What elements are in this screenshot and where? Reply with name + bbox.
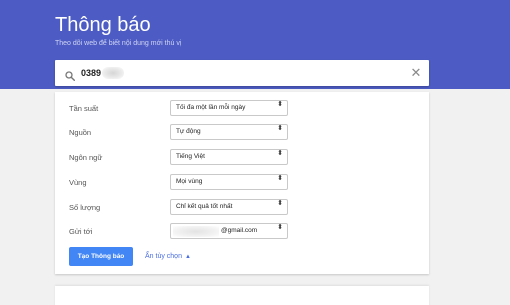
option-row-region: Vùng Mọi vùng ⬍ — [55, 174, 429, 194]
source-select[interactable]: Tự động ⬍ — [170, 124, 288, 140]
option-row-deliver-to: Gửi tới @gmail.com ⬍ — [55, 223, 429, 243]
page-subtitle: Theo dõi web để biết nội dung mới thú vị — [55, 40, 182, 47]
select-value: Tối đa một lần mỗi ngày — [176, 104, 246, 111]
select-value: Mọi vùng — [176, 178, 203, 185]
close-icon[interactable]: ✕ — [409, 66, 423, 80]
option-label: Ngôn ngữ — [69, 153, 103, 162]
select-value: Tự động — [176, 128, 201, 135]
updown-arrow-icon: ⬍ — [277, 200, 283, 207]
deliver-to-select[interactable]: @gmail.com ⬍ — [170, 223, 288, 239]
updown-arrow-icon: ⬍ — [277, 175, 283, 182]
region-select[interactable]: Mọi vùng ⬍ — [170, 174, 288, 190]
redacted-blur — [173, 226, 219, 237]
updown-arrow-icon: ⬍ — [277, 101, 283, 108]
alert-query-input[interactable]: 0389 ✕ — [55, 60, 429, 86]
select-value: Chỉ kết quả tốt nhất — [176, 203, 233, 210]
redacted-blur — [102, 67, 125, 79]
frequency-select[interactable]: Tối đa một lần mỗi ngày ⬍ — [170, 100, 288, 116]
option-label: Vùng — [69, 178, 87, 187]
updown-arrow-icon: ⬍ — [277, 224, 283, 231]
option-row-frequency: Tần suất Tối đa một lần mỗi ngày ⬍ — [55, 100, 429, 120]
alert-query-value: 0389 — [81, 68, 102, 78]
option-label: Nguồn — [69, 128, 92, 137]
option-row-language: Ngôn ngữ Tiếng Việt ⬍ — [55, 149, 429, 169]
select-value: Tiếng Việt — [176, 153, 205, 160]
hide-options-link[interactable]: Ẩn tùy chọn ▲ — [145, 253, 191, 260]
search-icon — [65, 68, 76, 82]
options-panel: Tần suất Tối đa một lần mỗi ngày ⬍ Nguồn… — [55, 92, 429, 274]
select-value: @gmail.com — [221, 227, 258, 234]
language-select[interactable]: Tiếng Việt ⬍ — [170, 149, 288, 165]
updown-arrow-icon: ⬍ — [277, 125, 283, 132]
quantity-select[interactable]: Chỉ kết quả tốt nhất ⬍ — [170, 199, 288, 215]
option-label: Tần suất — [69, 104, 99, 113]
caret-up-icon: ▲ — [184, 254, 191, 260]
hide-options-label: Ẩn tùy chọn — [145, 253, 182, 260]
updown-arrow-icon: ⬍ — [277, 150, 283, 157]
option-row-quantity: Số lượng Chỉ kết quả tốt nhất ⬍ — [55, 199, 429, 219]
create-alert-button[interactable]: Tạo Thông báo — [69, 247, 133, 266]
option-label: Gửi tới — [69, 227, 93, 236]
option-row-source: Nguồn Tự động ⬍ — [55, 124, 429, 144]
option-label: Số lượng — [69, 203, 101, 212]
next-card — [55, 286, 429, 305]
page-title: Thông báo — [55, 14, 151, 36]
